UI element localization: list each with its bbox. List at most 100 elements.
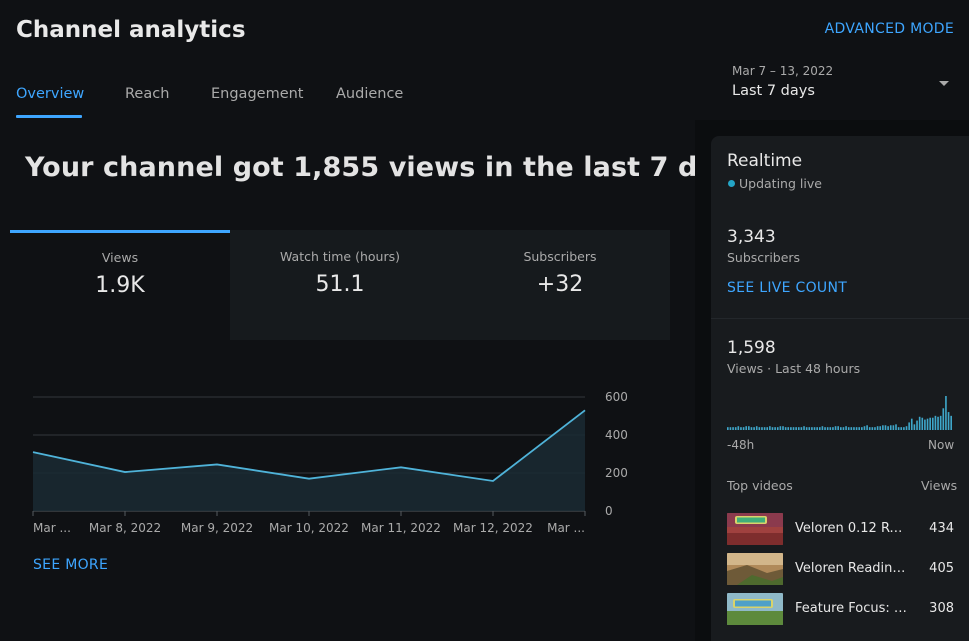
spark-bar	[921, 417, 924, 430]
metric-value: +32	[536, 272, 584, 297]
x-tick-label: Mar ...	[547, 521, 585, 535]
metric-value: 51.1	[315, 272, 365, 297]
spark-bar	[889, 425, 892, 430]
spark-bar	[776, 427, 779, 430]
spark-bar	[850, 427, 853, 430]
spark-bar	[766, 427, 769, 430]
caret-down-icon	[939, 81, 949, 86]
metric-card-watch-time[interactable]: Watch time (hours) 51.1	[230, 230, 450, 340]
spark-bar	[876, 426, 879, 430]
video-thumbnail	[727, 553, 783, 585]
spark-bar	[937, 416, 939, 430]
spark-bar	[934, 415, 937, 430]
spark-bar	[824, 427, 826, 430]
metric-card-subscribers[interactable]: Subscribers +32	[450, 230, 670, 340]
spark-bar	[784, 427, 787, 430]
spark-bar	[837, 426, 839, 430]
x-tick-label: Mar 8, 2022	[89, 521, 161, 535]
spark-bar	[753, 427, 755, 430]
spark-bar	[842, 427, 845, 430]
spark-bar	[855, 427, 858, 430]
top-video-row[interactable]: Veloren Reading Party 405	[727, 553, 957, 585]
spark-bar	[861, 427, 863, 430]
tab-overview[interactable]: Overview	[16, 86, 84, 102]
spark-bar	[897, 427, 900, 430]
top-videos-views-heading: Views	[921, 478, 958, 493]
spark-bar	[832, 427, 834, 430]
spark-bar	[771, 427, 774, 430]
metric-label: Watch time (hours)	[279, 249, 400, 264]
spark-bar	[732, 427, 734, 430]
realtime-views-count: 1,598	[727, 338, 776, 358]
chart-area	[33, 410, 585, 511]
metric-card-views[interactable]: Views 1.9K	[10, 230, 230, 340]
y-tick-label: 200	[605, 466, 628, 480]
date-range-text: Mar 7 – 13, 2022	[732, 64, 834, 78]
live-status-text: Updating live	[739, 176, 822, 191]
top-video-row[interactable]: Veloren 0.12 Release 434	[727, 513, 957, 545]
spark-bar	[908, 422, 910, 430]
y-tick-label: 600	[605, 390, 628, 404]
spark-bar	[745, 426, 748, 430]
video-views: 434	[929, 521, 954, 536]
spark-bar	[797, 427, 800, 430]
video-thumbnail	[727, 593, 783, 625]
spark-bar	[829, 427, 832, 430]
spark-bar	[903, 427, 905, 430]
views-line-chart: 0 200 400 600 Mar ... Mar 8, 2022 Mar 9, 2022 M…	[32, 390, 628, 535]
spark-bar	[931, 417, 934, 430]
spark-bar	[947, 412, 950, 430]
spark-bar	[868, 427, 871, 430]
video-views: 405	[929, 561, 954, 576]
tab-audience[interactable]: Audience	[336, 86, 403, 102]
spark-bar	[882, 425, 884, 430]
spark-bar	[913, 424, 916, 430]
date-range-dropdown[interactable]: Mar 7 – 13, 2022 Last 7 days	[732, 60, 957, 110]
live-indicator-dot-icon	[728, 180, 735, 187]
x-tick-label: Mar 12, 2022	[453, 521, 533, 535]
x-tick-label: Mar 9, 2022	[181, 521, 253, 535]
y-tick-label: 400	[605, 428, 628, 442]
spark-bar	[950, 415, 952, 430]
spark-bar	[729, 427, 732, 430]
spark-bar	[818, 427, 821, 430]
spark-bar	[761, 427, 763, 430]
spark-bar	[808, 427, 811, 430]
see-more-link[interactable]: SEE MORE	[33, 557, 108, 573]
tab-reach[interactable]: Reach	[125, 86, 169, 102]
spark-bar	[795, 427, 797, 430]
spark-bar	[840, 427, 842, 430]
spark-start-label: -48h	[727, 438, 755, 452]
subscriber-count: 3,343	[727, 227, 776, 247]
spark-bar	[939, 415, 942, 430]
top-video-row[interactable]: Feature Focus: Gliding 308	[727, 593, 957, 625]
see-live-count-link[interactable]: SEE LIVE COUNT	[727, 280, 847, 296]
spark-bar	[763, 427, 766, 430]
spark-bar	[769, 426, 771, 430]
spark-bar	[879, 426, 882, 430]
spark-bar	[750, 427, 753, 430]
tab-engagement[interactable]: Engagement	[211, 86, 304, 102]
video-thumbnail	[727, 513, 783, 545]
spark-bar	[924, 419, 926, 430]
advanced-mode-link[interactable]: ADVANCED MODE	[825, 21, 954, 37]
spark-bar	[805, 427, 808, 430]
spark-bar	[758, 427, 761, 430]
metric-label: Views	[101, 250, 139, 265]
spark-bar	[800, 427, 803, 430]
top-videos-heading: Top videos	[727, 478, 793, 493]
spark-bar	[916, 420, 918, 430]
spark-bar	[734, 427, 737, 430]
spark-bar	[918, 416, 921, 430]
spark-bar	[816, 427, 818, 430]
divider	[711, 318, 969, 319]
spark-bar	[779, 426, 782, 430]
subscriber-count-label: Subscribers	[727, 250, 801, 265]
spark-bar	[895, 424, 897, 430]
spark-bar	[853, 427, 855, 430]
spark-bar	[834, 426, 837, 430]
spark-bar	[929, 417, 931, 430]
spark-bar	[900, 427, 903, 430]
spark-bar	[874, 427, 876, 430]
x-tick-label: Mar ...	[33, 521, 71, 535]
